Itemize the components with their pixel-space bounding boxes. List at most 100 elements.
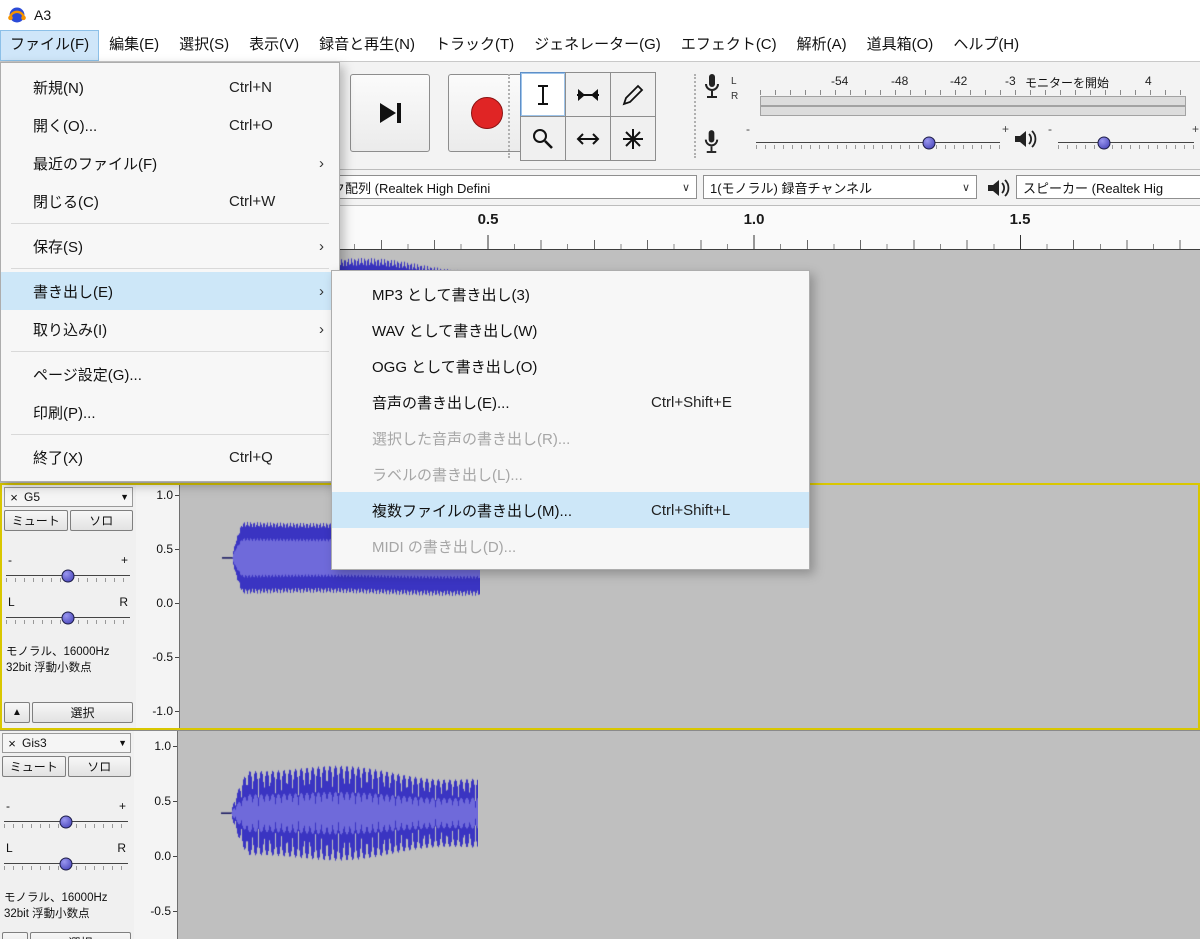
audacity-logo-icon <box>7 5 27 25</box>
timeline-major-ticks <box>221 235 1200 249</box>
menu-tracks[interactable]: トラック(T) <box>425 30 524 61</box>
scale-label: -0.5 <box>150 904 171 918</box>
zoom-tool-button[interactable] <box>520 116 566 161</box>
menu-item-export-audio[interactable]: 音声の書き出し(E)... Ctrl+Shift+E <box>332 384 809 420</box>
menu-item-export[interactable]: 書き出し(E) › <box>1 272 339 310</box>
playback-volume-thumb[interactable] <box>1097 136 1111 150</box>
scale-tick <box>175 603 179 604</box>
recording-device-combo[interactable]: ク配列 (Realtek High Defini ∨ <box>325 175 697 199</box>
menu-select[interactable]: 選択(S) <box>169 30 239 61</box>
playback-volume-slider[interactable] <box>1058 134 1194 152</box>
mixer-toolbar: - + - + <box>700 120 1199 166</box>
recording-meter[interactable]: L R -54 -48 -42 -3 モニターを開始 4 <box>700 70 1196 116</box>
menu-generate[interactable]: ジェネレーター(G) <box>524 30 671 61</box>
multi-tool-button[interactable] <box>610 116 656 161</box>
track-menu-dropdown-icon[interactable]: ▼ <box>120 492 129 502</box>
pan-thumb[interactable] <box>59 857 73 871</box>
menu-edit[interactable]: 編集(E) <box>99 30 169 61</box>
pan-thumb[interactable] <box>61 611 75 625</box>
track-name[interactable]: Gis3 <box>22 736 114 750</box>
speaker-icon <box>985 177 1011 199</box>
track-close-button[interactable]: × <box>6 736 18 751</box>
gain-min-label: - <box>8 553 12 567</box>
menu-item-export-mp3[interactable]: MP3 として書き出し(3) <box>332 276 809 312</box>
record-button[interactable] <box>448 74 526 152</box>
menu-separator <box>11 434 329 435</box>
vertical-scale[interactable]: 1.0 0.5 0.0 -0.5 -1.0 <box>136 485 180 728</box>
gain-slider[interactable] <box>6 567 130 585</box>
recording-channels-value: 1(モノラル) 録音チャンネル <box>710 180 873 196</box>
mute-button[interactable]: ミュート <box>4 510 68 531</box>
menu-separator <box>11 223 329 224</box>
recording-channels-combo[interactable]: 1(モノラル) 録音チャンネル ∨ <box>703 175 977 199</box>
menu-item-open[interactable]: 開く(O)... Ctrl+O <box>1 106 339 144</box>
menu-effect[interactable]: エフェクト(C) <box>671 30 787 61</box>
timeshift-tool-button[interactable] <box>565 116 611 161</box>
menu-item-export-ogg[interactable]: OGG として書き出し(O) <box>332 348 809 384</box>
menu-file[interactable]: ファイル(F) <box>0 30 100 61</box>
solo-button[interactable]: ソロ <box>69 510 133 531</box>
track-name[interactable]: G5 <box>24 490 116 504</box>
track-close-button[interactable]: × <box>8 490 20 505</box>
track-control-panel: × G5 ▼ ミュート ソロ - + L R モノラル、16000Hz 32bi… <box>2 485 137 728</box>
menu-help[interactable]: ヘルプ(H) <box>943 30 1029 61</box>
window-title: A3 <box>34 7 52 23</box>
track-menu-dropdown-icon[interactable]: ▼ <box>118 738 127 748</box>
scale-label: -1.0 <box>152 704 173 718</box>
mute-button[interactable]: ミュート <box>2 756 66 777</box>
meter-scale-label: -3 <box>1005 74 1016 88</box>
gain-slider[interactable] <box>4 813 128 831</box>
pan-slider[interactable] <box>4 855 128 873</box>
collapse-button[interactable]: ▲ <box>4 702 30 723</box>
menu-item-print[interactable]: 印刷(P)... <box>1 393 339 431</box>
waveform-gis3[interactable] <box>178 731 478 881</box>
menu-item-export-multiple[interactable]: 複数ファイルの書き出し(M)... Ctrl+Shift+L <box>332 492 809 528</box>
menu-item-new[interactable]: 新規(N) Ctrl+N <box>1 68 339 106</box>
recording-volume-slider[interactable] <box>756 134 1000 152</box>
monitor-start-label[interactable]: モニターを開始 <box>1025 74 1109 91</box>
track-gis3: × Gis3 ▼ ミュート ソロ - + L R モノラル、16000Hz 32… <box>0 730 1200 939</box>
menu-analyze[interactable]: 解析(A) <box>787 30 857 61</box>
scale-tick <box>173 856 177 857</box>
gain-thumb[interactable] <box>59 815 73 829</box>
skip-to-end-button[interactable] <box>350 74 430 152</box>
playback-device-combo[interactable]: スピーカー (Realtek Hig <box>1016 175 1200 199</box>
microphone-icon <box>702 72 722 102</box>
toolbar-separator <box>508 74 510 158</box>
pan-slider[interactable] <box>6 609 130 627</box>
slider-ticks <box>1058 145 1194 149</box>
track-title-bar[interactable]: × G5 ▼ <box>4 487 133 507</box>
select-button[interactable]: 選択 <box>32 702 133 723</box>
draw-tool-button[interactable] <box>610 72 656 117</box>
meter-channel-left-label: L <box>731 76 737 87</box>
meter-bar-left <box>760 96 1186 106</box>
select-button[interactable]: 選択 <box>30 932 131 939</box>
menu-tools[interactable]: 道具箱(O) <box>857 30 944 61</box>
meter-bar-right <box>760 106 1186 116</box>
menubar: ファイル(F) 編集(E) 選択(S) 表示(V) 録音と再生(N) トラック(… <box>0 30 1200 62</box>
menu-item-export-wav[interactable]: WAV として書き出し(W) <box>332 312 809 348</box>
menu-item-close[interactable]: 閉じる(C) Ctrl+W <box>1 182 339 220</box>
double-arrow-icon <box>576 132 600 145</box>
menu-transport[interactable]: 録音と再生(N) <box>309 30 425 61</box>
track-title-bar[interactable]: × Gis3 ▼ <box>2 733 131 753</box>
solo-button[interactable]: ソロ <box>67 756 131 777</box>
scale-tick <box>175 495 179 496</box>
menu-item-import[interactable]: 取り込み(I) › <box>1 310 339 348</box>
gain-thumb[interactable] <box>61 569 75 583</box>
scale-tick <box>175 711 179 712</box>
menu-item-export-selected-audio: 選択した音声の書き出し(R)... <box>372 430 571 448</box>
selection-tool-button[interactable] <box>520 72 566 117</box>
collapse-button[interactable]: ▲ <box>2 932 28 939</box>
recording-volume-thumb[interactable] <box>922 136 936 150</box>
menu-item-recent-files[interactable]: 最近のファイル(F) › <box>1 144 339 182</box>
menu-item-save[interactable]: 保存(S) › <box>1 227 339 265</box>
menu-item-export-midi: MIDI の書き出し(D)... <box>372 538 517 556</box>
menu-item-page-setup[interactable]: ページ設定(G)... <box>1 355 339 393</box>
menu-view[interactable]: 表示(V) <box>239 30 309 61</box>
envelope-tool-button[interactable] <box>565 72 611 117</box>
vertical-scale[interactable]: 1.0 0.5 0.0 -0.5 <box>134 731 178 939</box>
asterisk-icon <box>623 128 643 149</box>
scale-label: 0.5 <box>156 542 173 556</box>
menu-item-exit[interactable]: 終了(X) Ctrl+Q <box>1 438 339 476</box>
